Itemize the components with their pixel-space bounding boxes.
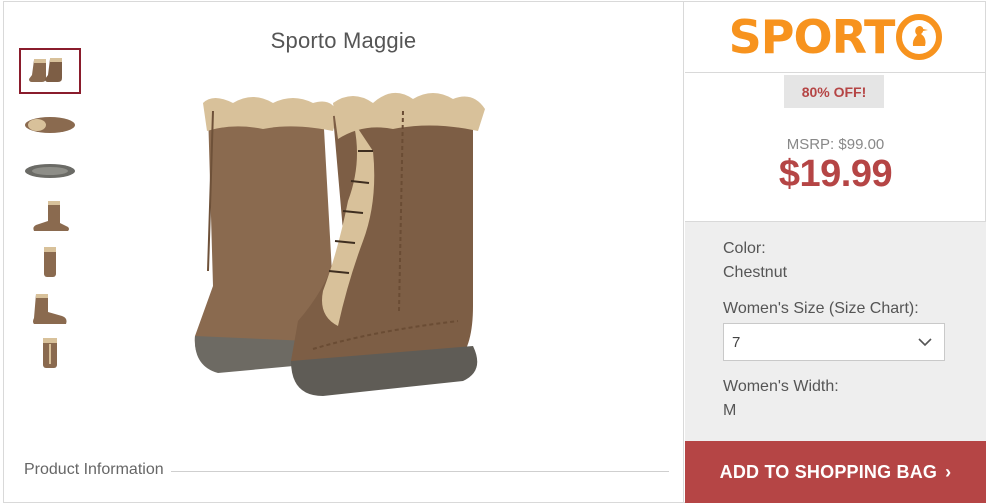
- color-label: Color:: [723, 240, 766, 257]
- boot-side-2-thumb-icon: [33, 294, 67, 324]
- boot-pair-image: [194, 92, 485, 396]
- product-main-image[interactable]: [173, 81, 503, 401]
- thumbnail-6[interactable]: [19, 286, 81, 332]
- product-options: Color: Chestnut Women's Size (Size Chart…: [685, 221, 986, 441]
- msrp-price: MSRP: $99.00: [786, 136, 885, 153]
- width-value: M: [723, 402, 737, 419]
- boot-top-thumb-icon: [25, 117, 75, 133]
- brand-wordmark: SPORT: [729, 10, 943, 64]
- brand-logo-text: SPORT: [728, 9, 896, 64]
- chevron-down-icon: [918, 337, 932, 346]
- boot-pair-thumb-icon: [29, 58, 62, 82]
- boot-sole-thumb-icon: [25, 164, 75, 178]
- chevron-right-icon: ›: [945, 461, 952, 482]
- size-select[interactable]: 7: [723, 323, 945, 361]
- size-label[interactable]: Women's Size (Size Chart):: [723, 300, 919, 318]
- duck-logo-icon: [896, 13, 943, 60]
- product-information-label: Product Information: [24, 461, 164, 478]
- product-information-section[interactable]: Product Information: [24, 461, 669, 479]
- color-value: Chestnut: [723, 264, 788, 281]
- thumbnail-5[interactable]: [19, 240, 81, 286]
- brand-logo: SPORT: [685, 1, 986, 73]
- width-label: Women's Width:: [723, 378, 839, 395]
- product-title: Sporto Maggie: [270, 28, 417, 53]
- thumbnail-3[interactable]: [19, 148, 81, 194]
- boot-side-thumb-icon: [33, 201, 69, 231]
- add-to-shopping-bag-button[interactable]: ADD TO SHOPPING BAG ›: [685, 441, 986, 503]
- boot-front-thumb-icon: [43, 338, 57, 368]
- thumbnail-7[interactable]: [19, 331, 81, 377]
- boot-back-thumb-icon: [44, 247, 56, 277]
- purchase-panel: SPORT 80% OFF! MSRP: $99.00 $19.99 Color…: [685, 1, 986, 503]
- sale-price: $19.99: [778, 153, 893, 195]
- size-selected-value: 7: [732, 333, 741, 351]
- section-divider: [170, 470, 669, 472]
- thumbnail-4[interactable]: [19, 193, 81, 239]
- product-gallery: Sporto Maggie Product Information: [3, 1, 684, 503]
- thumbnail-1[interactable]: [19, 48, 81, 94]
- discount-badge: 80% OFF!: [784, 75, 884, 108]
- add-to-bag-label: ADD TO SHOPPING BAG: [719, 461, 938, 482]
- thumbnail-2[interactable]: [19, 102, 81, 148]
